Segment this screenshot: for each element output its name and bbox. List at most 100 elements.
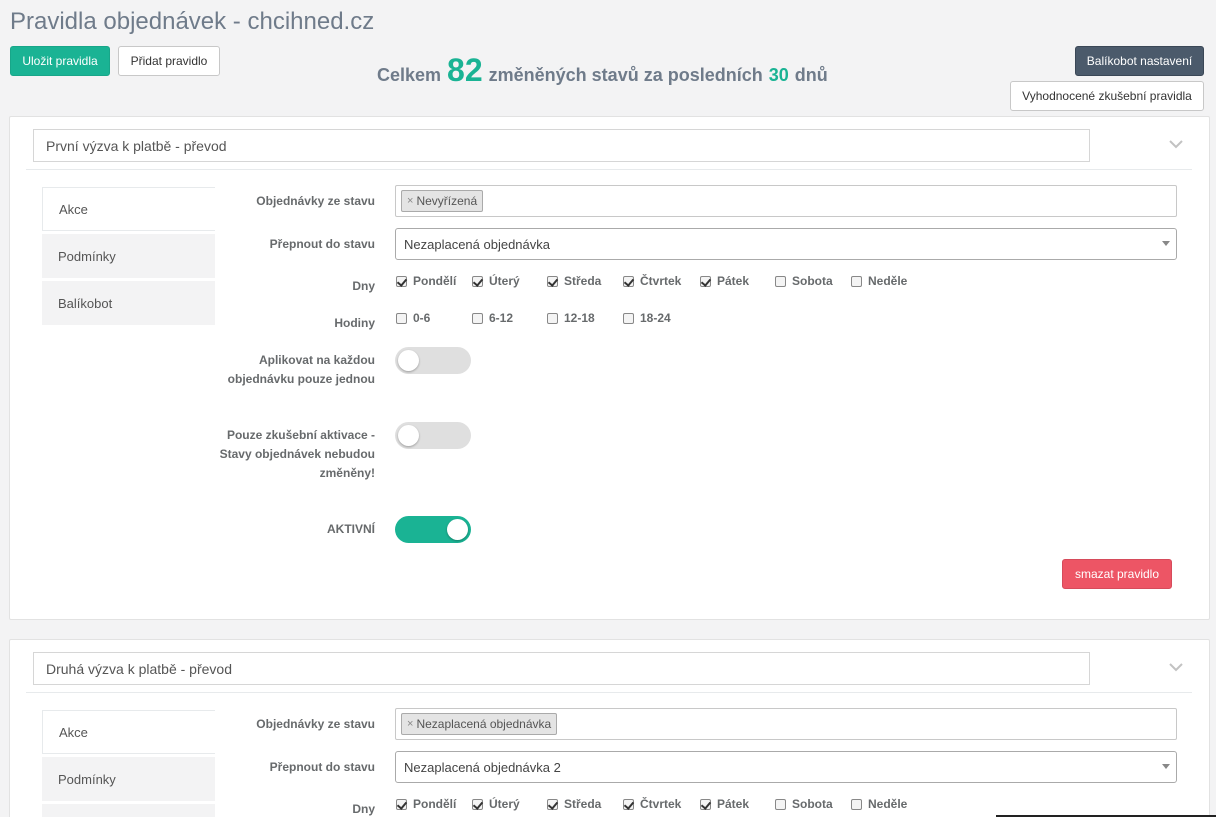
hour-checkbox-6-12[interactable]: 6-12 <box>472 311 513 325</box>
days-label: Dny <box>352 802 375 816</box>
from-status-label: Objednávky ze stavu <box>256 194 375 208</box>
summary-middle: změněných stavů za posledních <box>488 65 763 85</box>
to-status-label: Přepnout do stavu <box>269 760 375 774</box>
day-label: Pátek <box>717 274 750 288</box>
to-status-label: Přepnout do stavu <box>269 237 375 251</box>
day-checkbox-monday[interactable]: Pondělí <box>396 274 456 288</box>
checkbox[interactable] <box>547 275 558 287</box>
day-label: Neděle <box>868 274 908 288</box>
day-checkbox-tuesday[interactable]: Úterý <box>472 274 520 288</box>
day-label: Neděle <box>868 797 908 811</box>
day-label: Středa <box>564 797 602 811</box>
day-checkbox-sunday[interactable]: Neděle <box>851 274 907 288</box>
checkbox[interactable] <box>396 312 407 324</box>
summary-prefix: Celkem <box>377 65 442 85</box>
summary-count: 82 <box>447 52 483 88</box>
checkbox[interactable] <box>700 275 711 287</box>
checkbox[interactable] <box>396 275 407 287</box>
day-checkbox-tuesday[interactable]: Úterý <box>472 797 520 811</box>
from-status-input[interactable]: × Nezaplacená objednávka <box>395 708 1177 740</box>
day-label: Úterý <box>489 797 520 811</box>
checkbox[interactable] <box>396 798 407 810</box>
to-status-value: Nezaplacená objednávka <box>404 236 550 252</box>
day-label: Pondělí <box>413 274 457 288</box>
page-title: Pravidla objednávek - chcihned.cz <box>10 8 375 35</box>
day-label: Pátek <box>717 797 750 811</box>
toggle-knob <box>398 350 419 371</box>
trial-only-label: Pouze zkušební aktivace - Stavy objednáv… <box>219 428 375 480</box>
day-checkbox-friday[interactable]: Pátek <box>700 274 749 288</box>
checkbox[interactable] <box>851 798 862 810</box>
checkbox[interactable] <box>472 312 483 324</box>
hour-checkbox-0-6[interactable]: 0-6 <box>396 311 430 325</box>
evaluated-trial-rules-button[interactable]: Vyhodnocené zkušební pravidla <box>1010 81 1204 111</box>
checkbox[interactable] <box>472 275 483 287</box>
day-checkbox-sunday[interactable]: Neděle <box>851 797 907 811</box>
checkbox[interactable] <box>775 275 786 287</box>
hours-label: Hodiny <box>334 316 375 330</box>
trial-only-toggle[interactable] <box>395 422 471 449</box>
day-label: Středa <box>564 274 602 288</box>
checkbox[interactable] <box>547 798 558 810</box>
days-label: Dny <box>352 279 375 293</box>
add-rule-button[interactable]: Přidat pravidlo <box>118 46 220 76</box>
panel-divider <box>26 169 1192 170</box>
day-checkbox-thursday[interactable]: Čtvrtek <box>623 797 681 811</box>
close-icon[interactable]: × <box>407 718 413 730</box>
save-rules-button[interactable]: Uložit pravidla <box>10 46 110 76</box>
caret-down-icon <box>1162 764 1170 769</box>
status-change-summary: Celkem 82 změněných stavů za posledních … <box>377 52 828 89</box>
delete-rule-button[interactable]: smazat pravidlo <box>1062 559 1172 589</box>
summary-suffix: dnů <box>794 65 828 85</box>
toggle-knob <box>398 425 419 446</box>
hour-checkbox-18-24[interactable]: 18-24 <box>623 311 671 325</box>
checkbox[interactable] <box>623 312 634 324</box>
checkbox[interactable] <box>623 798 634 810</box>
caret-down-icon <box>1162 241 1170 246</box>
chevron-down-icon[interactable] <box>1166 657 1186 677</box>
day-checkbox-saturday[interactable]: Sobota <box>775 274 833 288</box>
panel-divider <box>26 692 1192 693</box>
to-status-select[interactable]: Nezaplacená objednávka 2 <box>395 751 1177 783</box>
active-label: AKTIVNÍ <box>327 522 375 536</box>
day-label: Pondělí <box>413 797 457 811</box>
checkbox[interactable] <box>472 798 483 810</box>
rule-panel: Druhá výzva k platbě - převod Akce Podmí… <box>9 639 1210 817</box>
to-status-select[interactable]: Nezaplacená objednávka <box>395 228 1177 260</box>
day-checkbox-monday[interactable]: Pondělí <box>396 797 456 811</box>
checkbox[interactable] <box>851 275 862 287</box>
day-checkbox-wednesday[interactable]: Středa <box>547 274 601 288</box>
checkbox[interactable] <box>547 312 558 324</box>
hour-checkbox-12-18[interactable]: 12-18 <box>547 311 595 325</box>
from-status-input[interactable]: × Nevyřízená <box>395 185 1177 217</box>
day-checkbox-thursday[interactable]: Čtvrtek <box>623 274 681 288</box>
hour-label: 12-18 <box>564 311 595 325</box>
from-status-label: Objednávky ze stavu <box>256 717 375 731</box>
close-icon[interactable]: × <box>407 195 413 207</box>
hour-label: 6-12 <box>489 311 514 325</box>
balikobot-settings-button[interactable]: Balíkobot nastavení <box>1075 46 1204 76</box>
status-tag: × Nevyřízená <box>401 190 484 212</box>
chevron-down-icon[interactable] <box>1166 134 1186 154</box>
day-label: Čtvrtek <box>640 797 682 811</box>
day-checkbox-saturday[interactable]: Sobota <box>775 797 833 811</box>
status-tag-label: Nezaplacená objednávka <box>416 717 552 731</box>
hour-label: 0-6 <box>413 311 431 325</box>
status-tag: × Nezaplacená objednávka <box>401 713 558 735</box>
summary-days: 30 <box>768 65 789 85</box>
rule-panel: První výzva k platbě - převod Akce Podmí… <box>9 116 1210 620</box>
day-checkbox-friday[interactable]: Pátek <box>700 797 749 811</box>
apply-once-toggle[interactable] <box>395 347 471 374</box>
active-toggle[interactable] <box>395 516 471 543</box>
rule-name-input[interactable]: Druhá výzva k platbě - převod <box>33 652 1090 685</box>
day-checkbox-wednesday[interactable]: Středa <box>547 797 601 811</box>
toggle-knob <box>447 519 468 540</box>
status-tag-label: Nevyřízená <box>416 194 478 208</box>
checkbox[interactable] <box>700 798 711 810</box>
checkbox[interactable] <box>623 275 634 287</box>
day-label: Čtvrtek <box>640 274 682 288</box>
day-label: Úterý <box>489 274 520 288</box>
day-label: Sobota <box>792 797 833 811</box>
rule-name-input[interactable]: První výzva k platbě - převod <box>33 129 1090 162</box>
checkbox[interactable] <box>775 798 786 810</box>
